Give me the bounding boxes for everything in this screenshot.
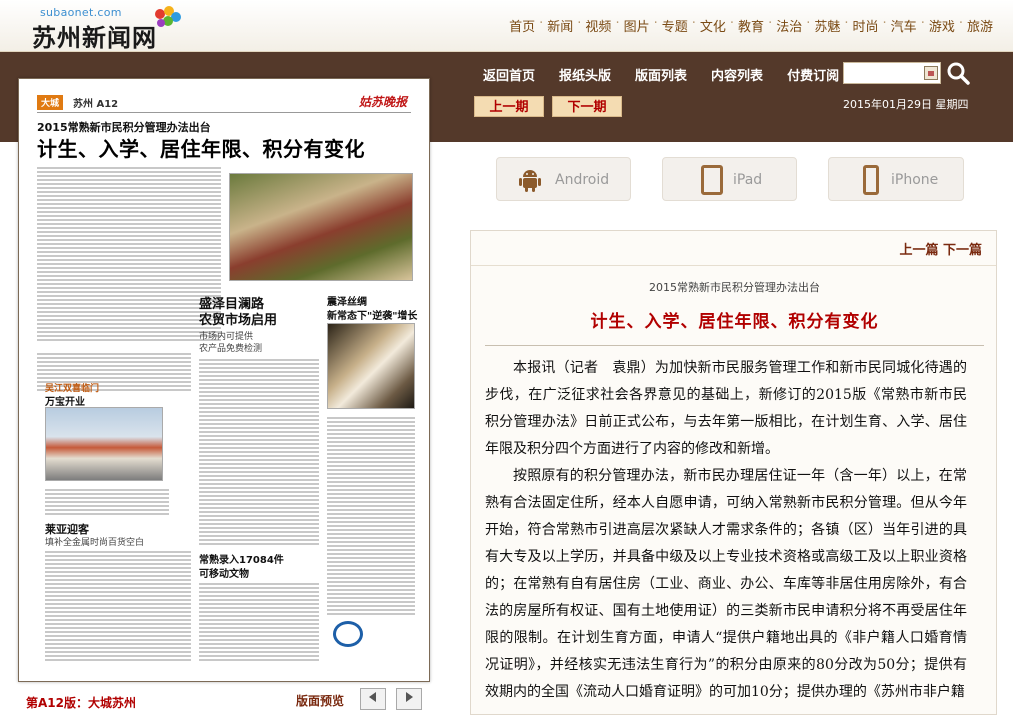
nav-item[interactable]: 教育 (734, 16, 768, 35)
nav-item[interactable]: 游戏 (925, 16, 959, 35)
divider (471, 265, 996, 266)
newspaper-brand: 姑苏晚报 (358, 95, 407, 109)
story-subtitle: 填补全金属时尚百货空白 (45, 538, 145, 548)
article-nav: 上一篇 下一篇 (899, 239, 982, 258)
nav-item[interactable]: 图片 (620, 16, 654, 35)
flower-logo-icon (155, 6, 181, 27)
article-body: 本报讯（记者 袁鼎）为加快新市民服务管理工作和新市民同城化待遇的步伐，在广泛征求… (485, 355, 967, 706)
nav-item[interactable]: 专题 (658, 16, 692, 35)
story-title[interactable]: 新常态下"逆袭"增长 (327, 307, 417, 322)
newspaper-page: 大城 苏州 A12 姑苏晚报 2015常熟新市民积分管理办法出台 计生、入学、居… (29, 89, 419, 669)
mall-photo[interactable] (45, 407, 163, 481)
iphone-app-button[interactable]: iPhone (828, 157, 964, 201)
nav-item[interactable]: 首页 (505, 16, 539, 35)
android-app-button[interactable]: Android (496, 157, 631, 201)
next-issue-button[interactable]: 下一期 (552, 96, 622, 117)
nav-item[interactable]: 文化 (696, 16, 730, 35)
search-icon[interactable] (946, 61, 970, 85)
issue-date: 2015年01月29日 星期四 (843, 98, 969, 111)
story-text[interactable] (45, 549, 191, 661)
telecom-logo-icon (333, 621, 363, 647)
story-text[interactable] (199, 581, 319, 661)
app-label: iPhone (891, 172, 939, 188)
nav-item[interactable]: 旅游 (963, 16, 997, 35)
nav-item[interactable]: 汽车 (887, 16, 921, 35)
article-panel: 上一篇 下一篇 2015常熟新市民积分管理办法出台 计生、入学、居住年限、积分有… (470, 230, 997, 715)
search-input[interactable] (843, 62, 941, 84)
story-title[interactable]: 万宝开业 (45, 393, 85, 408)
lead-story-title[interactable]: 计生、入学、居住年限、积分有变化 (37, 133, 365, 162)
story-title[interactable]: 可移动文物 (199, 565, 249, 580)
site-logo[interactable]: subaonet.com 苏州新闻网 (28, 4, 188, 52)
paper-nav-link[interactable]: 版面列表 (635, 65, 687, 84)
exhibition-photo[interactable] (327, 323, 415, 409)
story-title[interactable]: 农贸市场启用 (199, 309, 277, 328)
app-label: Android (555, 172, 610, 188)
calendar-icon[interactable] (924, 66, 938, 80)
triangle-right-icon (406, 692, 413, 702)
nav-item[interactable]: 苏魅 (810, 16, 844, 35)
story-title[interactable]: 常熟录入17084件 (199, 551, 284, 566)
ipad-icon (701, 165, 723, 195)
next-article-link[interactable]: 下一篇 (943, 243, 982, 258)
divider (485, 345, 984, 346)
page-header-strip: 大城 苏州 A12 姑苏晚报 (37, 93, 411, 113)
article-kicker: 2015常熟新市民积分管理办法出台 (649, 281, 820, 294)
iphone-icon (863, 165, 879, 195)
story-text[interactable] (327, 415, 415, 615)
page-label: 苏州 A12 (73, 99, 119, 110)
article-paragraph: 本报讯（记者 袁鼎）为加快新市民服务管理工作和新市民同城化待遇的步伐，在广泛征求… (485, 360, 967, 457)
nav-item[interactable]: 时尚 (849, 16, 883, 35)
paper-nav-link[interactable]: 内容列表 (711, 65, 763, 84)
article-paragraph: 按照原有的积分管理办法，新市民办理居住证一年（含一年）以上，在常熟有合法固定住所… (485, 468, 967, 700)
triangle-left-icon (369, 692, 376, 702)
lead-story-text[interactable] (37, 165, 221, 343)
next-page-button[interactable] (396, 688, 422, 710)
app-label: iPad (733, 172, 763, 188)
nav-item[interactable]: 法治 (772, 16, 806, 35)
market-photo[interactable] (229, 173, 413, 281)
nav-item[interactable]: 新闻 (543, 16, 577, 35)
prev-issue-button[interactable]: 上一期 (474, 96, 544, 117)
paper-nav-link[interactable]: 返回首页 (483, 65, 535, 84)
paper-nav-link[interactable]: 付费订阅 (787, 65, 839, 84)
story-text[interactable] (45, 487, 169, 517)
section-tag: 大城 (37, 95, 64, 110)
site-header: subaonet.com 苏州新闻网 首页 · 新闻 · 视频 · 图片 · 专题 · 文化 · 教育 ·… (0, 0, 1013, 52)
page-preview-label: 版面预览 (296, 694, 345, 708)
prev-page-button[interactable] (360, 688, 386, 710)
nav-item[interactable]: 视频 (581, 16, 615, 35)
logo-title: 苏州新闻网 (32, 23, 157, 52)
newspaper-page-preview[interactable]: 大城 苏州 A12 姑苏晚报 2015常熟新市民积分管理办法出台 计生、入学、居… (18, 78, 430, 682)
paper-nav-links: 返回首页 报纸头版 版面列表 内容列表 付费订阅 (483, 65, 863, 84)
story-title[interactable]: 震泽丝绸 (327, 293, 367, 308)
android-icon (519, 170, 541, 192)
ipad-app-button[interactable]: iPad (662, 157, 797, 201)
top-nav: 首页 · 新闻 · 视频 · 图片 · 专题 · 文化 · 教育 · 法治 · 苏魅 · 时尚 · 汽车 · 游戏 · 旅游 (505, 16, 997, 35)
story-subtitle: 农产品免费检测 (199, 344, 263, 354)
prev-article-link[interactable]: 上一篇 (899, 243, 938, 258)
paper-nav-link[interactable]: 报纸头版 (559, 65, 611, 84)
page-caption[interactable]: 第A12版：大城苏州 (26, 694, 136, 711)
story-text[interactable] (199, 357, 319, 545)
article-title: 计生、入学、居住年限、积分有变化 (590, 312, 879, 332)
